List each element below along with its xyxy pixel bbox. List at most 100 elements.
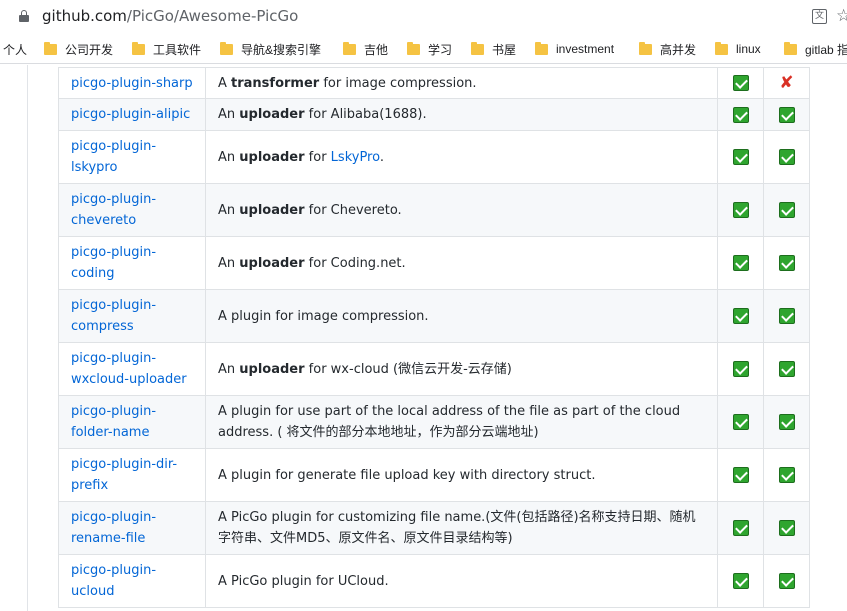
plugin-name-cell: picgo-plugin-rename-file — [58, 501, 206, 555]
bookmark-folder[interactable]: 学习 — [407, 34, 452, 64]
status-cell — [717, 236, 764, 290]
status-cell — [763, 183, 810, 237]
check-icon — [732, 467, 749, 483]
description-bold: uploader — [239, 255, 305, 271]
description-bold: uploader — [239, 361, 305, 377]
address-bar[interactable]: github.com/PicGo/Awesome-PicGo 文 ☆ — [0, 0, 847, 34]
folder-icon — [407, 41, 420, 55]
plugin-name-text: compress — [71, 319, 134, 334]
status-cell — [717, 98, 764, 131]
check-icon — [732, 520, 749, 536]
bookmark-folder[interactable]: investment — [535, 34, 614, 64]
description-text: A — [218, 75, 232, 91]
status-cell: ✘ — [763, 67, 810, 99]
bookmarks-bar: 个人 公司开发 工具软件 导航&搜索引擎 吉他 学习 书屋 investment… — [0, 34, 847, 64]
bookmark-folder[interactable]: 公司开发 — [44, 34, 113, 64]
plugin-name-cell: picgo-plugin-compress — [58, 289, 206, 343]
plugin-link[interactable]: picgo-plugin-lskypro — [71, 139, 156, 175]
url-path: /PicGo/Awesome-PicGo — [126, 7, 299, 25]
folder-icon — [715, 41, 728, 55]
plugin-name-text: picgo-plugin- — [71, 404, 157, 419]
description-text: An — [218, 255, 240, 271]
plugin-name-text: picgo-plugin- — [71, 510, 157, 525]
plugin-name-text: picgo-plugin- — [71, 192, 157, 207]
plugin-name-text: folder-name — [71, 425, 150, 440]
plugin-link[interactable]: picgo-plugin-dir-prefix — [71, 457, 177, 493]
description-cell: A plugin for image compression. — [205, 289, 718, 343]
plugin-link[interactable]: picgo-plugin-alipic — [71, 107, 190, 122]
folder-icon — [343, 41, 356, 55]
table-row: picgo-plugin-coding An uploader for Codin… — [58, 236, 810, 290]
description-text: An — [218, 107, 240, 122]
bookmark-folder[interactable]: 吉他 — [343, 34, 388, 64]
lock-icon[interactable] — [19, 10, 29, 22]
table-row: picgo-plugin-lskypro An uploader for Lsky… — [58, 130, 810, 184]
check-icon — [778, 467, 795, 483]
check-icon — [778, 106, 795, 123]
plugin-link[interactable]: picgo-plugin-ucloud — [71, 563, 156, 599]
description-cell: An uploader for Coding.net. — [205, 236, 718, 290]
check-icon — [732, 106, 749, 123]
plugin-link[interactable]: picgo-plugin-coding — [71, 245, 156, 281]
status-cell — [717, 448, 764, 502]
table-row: picgo-plugin-wxcloud-uploader An uploader… — [58, 342, 810, 396]
bookmark-folder[interactable]: gitlab 指 — [784, 34, 847, 64]
plugin-link[interactable]: picgo-plugin-wxcloud-uploader — [71, 351, 187, 387]
bookmark-folder[interactable]: 书屋 — [471, 34, 516, 64]
description-cell: An uploader for LskyPro. — [205, 130, 718, 184]
description-text: for — [304, 149, 331, 165]
bookmark-folder[interactable]: 导航&搜索引擎 — [220, 34, 321, 64]
plugin-name-cell: picgo-plugin-coding — [58, 236, 206, 290]
plugin-name-text: lskypro — [71, 160, 118, 175]
plugin-name-text: picgo-plugin- — [71, 298, 157, 313]
url-text[interactable]: github.com/PicGo/Awesome-PicGo — [42, 7, 298, 25]
plugin-name-text: rename-file — [71, 531, 146, 546]
status-cell — [763, 395, 810, 449]
status-cell — [763, 236, 810, 290]
description-text: for image compression. — [319, 75, 477, 91]
plugin-link[interactable]: picgo-plugin-compress — [71, 298, 156, 334]
table-row: picgo-plugin-ucloud A PicGo plugin for UC… — [58, 554, 810, 608]
check-icon — [732, 202, 749, 218]
plugin-name-text: ucloud — [71, 584, 115, 599]
description-link[interactable]: LskyPro — [331, 150, 380, 165]
plugin-name-cell: picgo-plugin-chevereto — [58, 183, 206, 237]
folder-icon — [639, 41, 652, 55]
plugin-link[interactable]: picgo-plugin-sharp — [71, 76, 193, 91]
plugin-link[interactable]: picgo-plugin-chevereto — [71, 192, 156, 228]
check-icon — [778, 414, 795, 430]
translate-icon[interactable]: 文 — [812, 9, 827, 24]
plugin-link[interactable]: picgo-plugin-rename-file — [71, 510, 156, 546]
status-cell — [717, 395, 764, 449]
status-cell — [763, 554, 810, 608]
table-row: picgo-plugin-chevereto An uploader for Ch… — [58, 183, 810, 237]
description-bold: uploader — [239, 202, 305, 218]
bookmark-folder[interactable]: 工具软件 — [132, 34, 201, 64]
check-icon — [732, 573, 749, 589]
description-text: for Chevereto. — [304, 202, 402, 218]
plugin-link[interactable]: picgo-plugin-folder-name — [71, 404, 156, 440]
description-text: for wx-cloud (微信云开发-云存储) — [304, 361, 512, 377]
status-cell — [717, 289, 764, 343]
plugin-name-text: chevereto — [71, 213, 137, 228]
check-icon — [778, 149, 795, 165]
description-bold: uploader — [239, 149, 305, 165]
table-row: picgo-plugin-rename-file A PicGo plugin f… — [58, 501, 810, 555]
plugin-name-cell: picgo-plugin-folder-name — [58, 395, 206, 449]
description-text: A plugin for generate file upload key wi… — [218, 467, 596, 483]
status-cell — [717, 342, 764, 396]
bookmark-item[interactable]: 个人 — [3, 34, 27, 64]
bookmark-folder[interactable]: 高并发 — [639, 34, 696, 64]
folder-icon — [132, 41, 145, 55]
description-text: An — [218, 361, 240, 377]
plugin-name-cell: picgo-plugin-dir-prefix — [58, 448, 206, 502]
table-row: picgo-plugin-folder-name A plugin for use… — [58, 395, 810, 449]
folder-icon — [784, 41, 797, 55]
plugin-name-text: prefix — [71, 478, 109, 493]
bookmark-star-icon[interactable]: ☆ — [836, 6, 847, 26]
check-icon — [732, 361, 749, 377]
plugin-name-text: picgo-plugin- — [71, 351, 157, 366]
plugin-name-text: coding — [71, 266, 115, 281]
check-icon — [778, 573, 795, 589]
bookmark-folder[interactable]: linux — [715, 34, 761, 64]
